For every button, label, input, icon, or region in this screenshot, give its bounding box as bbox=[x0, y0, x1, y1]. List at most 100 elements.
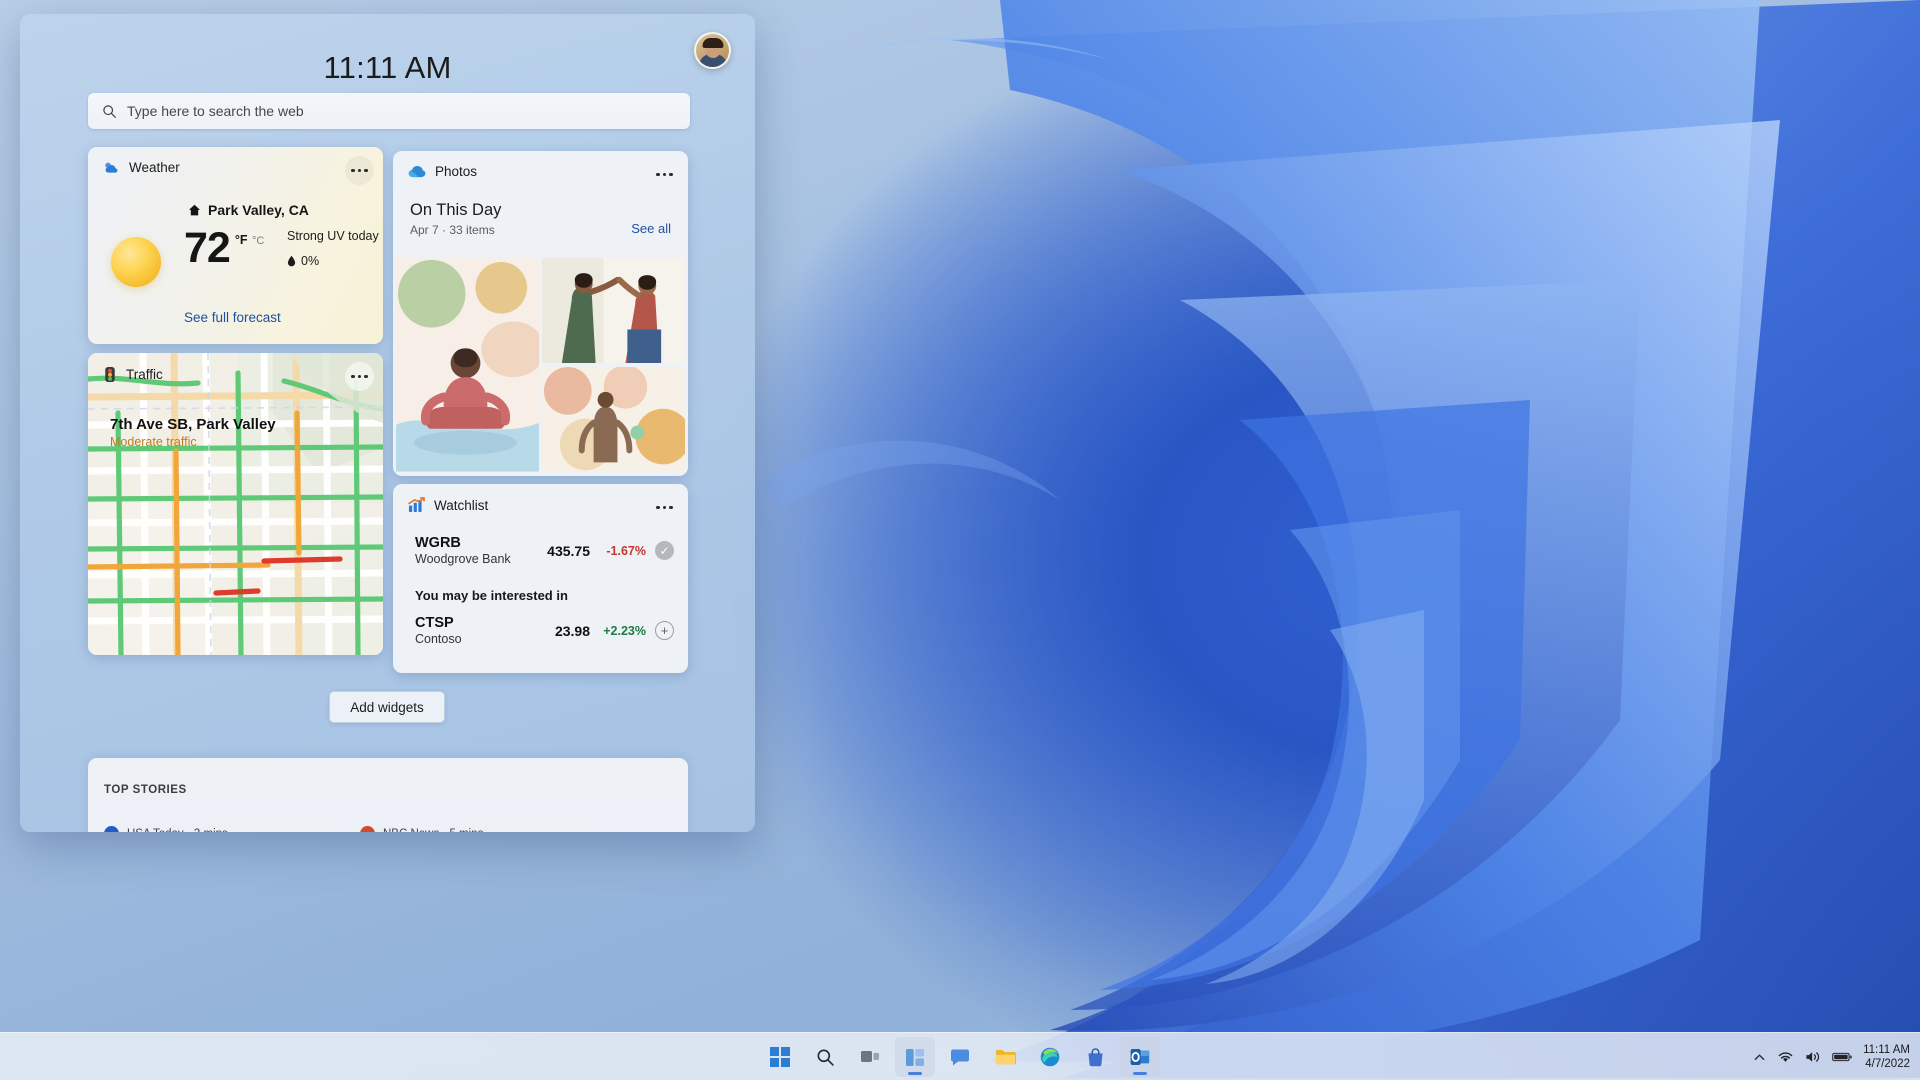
taskbar[interactable]: 11:11 AM 4/7/2022 bbox=[0, 1032, 1920, 1080]
news-source-item[interactable]: NBC News · 5 mins bbox=[360, 826, 483, 832]
weather-temperature: 72 °F °C bbox=[184, 227, 264, 270]
photos-meta: Apr 7 · 33 items bbox=[410, 223, 501, 237]
watchlist-add-button[interactable]: + bbox=[655, 621, 674, 640]
wifi-icon[interactable] bbox=[1777, 1050, 1794, 1064]
widgets-clock: 11:11 AM bbox=[20, 50, 755, 86]
outlook-icon bbox=[1130, 1048, 1150, 1066]
battery-icon[interactable] bbox=[1832, 1051, 1852, 1063]
search-input[interactable]: Type here to search the web bbox=[88, 93, 690, 129]
widgets-icon bbox=[905, 1048, 925, 1067]
traffic-road-name: 7th Ave SB, Park Valley bbox=[110, 416, 276, 433]
taskbar-app-group[interactable] bbox=[760, 1033, 1160, 1080]
dot bbox=[358, 169, 361, 172]
edge-button[interactable] bbox=[1030, 1037, 1070, 1077]
search-icon bbox=[816, 1048, 835, 1067]
weather-unit-toggle[interactable]: °F °C bbox=[235, 227, 264, 249]
traffic-info: 7th Ave SB, Park Valley Moderate traffic bbox=[110, 416, 276, 449]
watchlist-row-labels: WGRB Woodgrove Bank bbox=[415, 534, 511, 568]
dot bbox=[364, 375, 367, 378]
search-icon bbox=[102, 104, 117, 119]
usa-today-icon bbox=[104, 826, 119, 832]
top-stories-title: TOP STORIES bbox=[104, 784, 187, 796]
dot bbox=[663, 506, 666, 509]
photos-more-button[interactable] bbox=[650, 160, 679, 189]
weather-humidity-value: 0% bbox=[301, 254, 319, 268]
news-source-item[interactable]: USA Today · 3 mins bbox=[104, 826, 228, 832]
traffic-more-button[interactable] bbox=[345, 362, 374, 391]
photos-see-all-link[interactable]: See all bbox=[631, 221, 671, 236]
outlook-button[interactable] bbox=[1120, 1037, 1160, 1077]
news-source-label: USA Today · 3 mins bbox=[127, 828, 228, 833]
task-view-button[interactable] bbox=[850, 1037, 890, 1077]
watchlist-header: Watchlist bbox=[393, 484, 688, 513]
weather-widget[interactable]: Weather Park Valley, CA 72 °F bbox=[88, 147, 383, 344]
news-source-label: NBC News · 5 mins bbox=[383, 828, 483, 833]
watchlist-following-button[interactable]: ✓ bbox=[655, 541, 674, 560]
dot bbox=[358, 375, 361, 378]
watchlist-symbol: CTSP bbox=[415, 614, 462, 632]
windows-logo-icon bbox=[770, 1047, 790, 1067]
watchlist-row[interactable]: CTSP Contoso 23.98 +2.23% + bbox=[393, 614, 688, 648]
system-tray[interactable]: 11:11 AM 4/7/2022 bbox=[1753, 1033, 1910, 1080]
traffic-map[interactable] bbox=[88, 353, 383, 655]
weather-location-text: Park Valley, CA bbox=[208, 202, 309, 218]
weather-uv-text: Strong UV today bbox=[287, 229, 379, 243]
dot bbox=[351, 375, 354, 378]
edge-icon bbox=[1040, 1047, 1060, 1067]
photos-thumbnail-grid[interactable] bbox=[393, 258, 688, 476]
traffic-light-icon bbox=[103, 366, 117, 383]
photos-memory-header: On This Day Apr 7 · 33 items bbox=[410, 201, 501, 237]
avatar-hair bbox=[702, 38, 723, 48]
dot bbox=[656, 173, 659, 176]
store-button[interactable] bbox=[1075, 1037, 1115, 1077]
partly-cloudy-icon bbox=[103, 161, 120, 175]
watchlist-change: -1.67% bbox=[590, 544, 646, 558]
watchlist-widget[interactable]: Watchlist WGRB Woodgrove Bank 435.75 -1.… bbox=[393, 484, 688, 673]
file-explorer-button[interactable] bbox=[985, 1037, 1025, 1077]
avatar[interactable] bbox=[694, 32, 731, 69]
chevron-up-icon[interactable] bbox=[1753, 1051, 1766, 1064]
nbc-news-icon bbox=[360, 826, 375, 832]
photos-header: Photos bbox=[393, 151, 688, 179]
add-widgets-button[interactable]: Add widgets bbox=[329, 691, 445, 723]
traffic-header: Traffic bbox=[88, 353, 383, 383]
watchlist-more-button[interactable] bbox=[650, 493, 679, 522]
droplet-icon bbox=[287, 255, 296, 267]
watchlist-price: 23.98 bbox=[555, 623, 590, 639]
photos-widget[interactable]: Photos On This Day Apr 7 · 33 items See … bbox=[393, 151, 688, 476]
widgets-button[interactable] bbox=[895, 1037, 935, 1077]
widgets-panel[interactable]: 11:11 AM Type here to search the web Wea… bbox=[20, 14, 755, 832]
chat-bubble-icon bbox=[950, 1048, 970, 1067]
photo-thumbnail[interactable] bbox=[542, 258, 685, 364]
weather-temp-value: 72 bbox=[184, 227, 230, 270]
chat-button[interactable] bbox=[940, 1037, 980, 1077]
search-button[interactable] bbox=[805, 1037, 845, 1077]
photo-yoga-image bbox=[396, 258, 539, 472]
photo-abstract-image bbox=[542, 367, 685, 472]
start-button[interactable] bbox=[760, 1037, 800, 1077]
taskbar-clock-date: 4/7/2022 bbox=[1863, 1057, 1910, 1071]
watchlist-symbol: WGRB bbox=[415, 534, 511, 552]
traffic-status: Moderate traffic bbox=[110, 435, 276, 449]
dot bbox=[663, 173, 666, 176]
watchlist-change: +2.23% bbox=[590, 624, 646, 638]
traffic-widget[interactable]: Traffic 7th Ave SB, Park Valley Moderate… bbox=[88, 353, 383, 655]
taskbar-clock[interactable]: 11:11 AM 4/7/2022 bbox=[1863, 1043, 1910, 1072]
photo-thumbnail[interactable] bbox=[542, 367, 685, 473]
weather-forecast-link[interactable]: See full forecast bbox=[184, 310, 281, 325]
folder-icon bbox=[995, 1048, 1016, 1066]
weather-body: Park Valley, CA 72 °F °C Strong UV today bbox=[88, 175, 383, 185]
watchlist-suggestion-label: You may be interested in bbox=[415, 588, 568, 603]
watchlist-company: Woodgrove Bank bbox=[415, 552, 511, 568]
photo-thumbnail[interactable] bbox=[396, 258, 539, 473]
watchlist-row-labels: CTSP Contoso bbox=[415, 614, 462, 648]
dot bbox=[669, 173, 672, 176]
weather-location: Park Valley, CA bbox=[188, 202, 309, 218]
widgets-scroll-area[interactable]: 11:11 AM Type here to search the web Wea… bbox=[20, 14, 755, 832]
watchlist-row[interactable]: WGRB Woodgrove Bank 435.75 -1.67% ✓ bbox=[393, 534, 688, 568]
weather-humidity: 0% bbox=[287, 254, 319, 268]
weather-more-button[interactable] bbox=[345, 156, 374, 185]
weather-title: Weather bbox=[129, 160, 180, 175]
speaker-icon[interactable] bbox=[1805, 1050, 1821, 1064]
top-stories-section[interactable]: TOP STORIES USA Today · 3 mins NBC News … bbox=[88, 758, 688, 832]
